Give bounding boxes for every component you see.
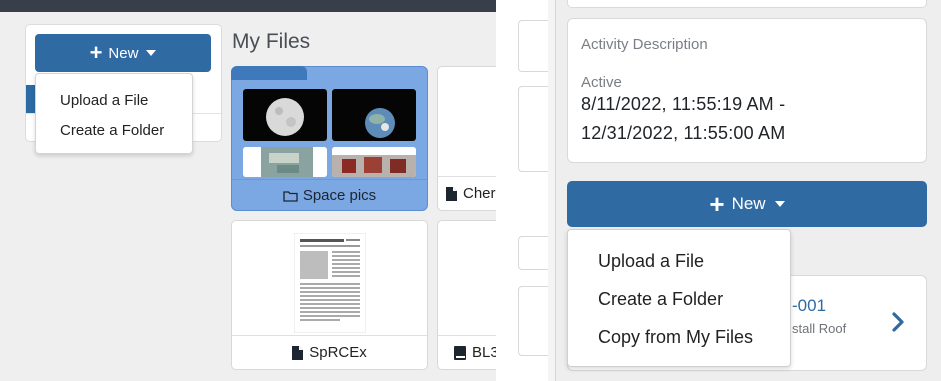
folder-outline-icon — [283, 190, 298, 202]
menu-item-create-folder[interactable]: Create a Folder — [60, 122, 164, 139]
menu-item-copy-from-my-files[interactable]: Copy from My Files — [598, 327, 753, 348]
task-subtitle: stall Roof — [792, 321, 847, 336]
folder-tab — [231, 66, 307, 80]
screenshot-root: + New Upload a File Create a Folder My F… — [0, 0, 941, 381]
top-navbar — [0, 0, 518, 12]
new-button[interactable]: + New — [35, 34, 211, 72]
file-name: SpRCEx — [309, 344, 367, 361]
task-code[interactable]: -001 — [792, 296, 826, 316]
file-icon — [292, 345, 304, 360]
caret-down-icon — [774, 201, 785, 207]
date-range-end: 12/31/2022, 11:55:00 AM — [581, 123, 786, 143]
viewport-edge — [496, 0, 518, 381]
file-name-row: SpRCEx — [232, 335, 427, 369]
my-files-panel: + New Upload a File Create a Folder My F… — [0, 0, 518, 381]
thumbnail-image — [332, 89, 416, 141]
plus-icon: + — [709, 189, 725, 219]
date-range-start: 8/11/2022, 11:55:19 AM - — [581, 94, 786, 114]
caret-down-icon — [146, 50, 157, 56]
file-name: BL3 — [472, 344, 499, 361]
menu-item-create-folder[interactable]: Create a Folder — [598, 289, 723, 310]
panel-edge — [548, 0, 556, 381]
status-label: Active — [581, 74, 622, 91]
thumbnail-image — [243, 89, 327, 141]
menu-item-upload-file[interactable]: Upload a File — [60, 92, 148, 109]
book-icon — [454, 345, 466, 360]
folder-name-row: Space pics — [232, 179, 427, 211]
activity-description-heading: Activity Description — [581, 36, 708, 53]
file-card[interactable]: SpRCEx — [231, 220, 428, 370]
menu-item-upload-file[interactable]: Upload a File — [598, 251, 704, 272]
file-name: Cher — [463, 185, 496, 202]
activity-card: Activity Description Active 8/11/2022, 1… — [567, 18, 927, 163]
new-button[interactable]: + New — [567, 181, 927, 227]
chevron-right-icon[interactable] — [890, 311, 906, 333]
document-thumbnail — [293, 232, 367, 334]
thumbnail-image — [243, 147, 327, 177]
new-dropdown-menu: Upload a File Create a Folder — [35, 73, 193, 154]
new-button-label: New — [108, 44, 139, 62]
new-dropdown-menu: Upload a File Create a Folder Copy from … — [567, 229, 791, 367]
folder-name: Space pics — [302, 187, 377, 204]
plus-icon: + — [89, 40, 103, 65]
folder-card[interactable]: Space pics — [231, 66, 428, 211]
new-button-label: New — [731, 194, 766, 213]
thumbnail-image — [332, 147, 416, 177]
file-icon — [446, 186, 457, 201]
header-card-bottom — [567, 0, 927, 8]
page-title: My Files — [232, 30, 311, 53]
